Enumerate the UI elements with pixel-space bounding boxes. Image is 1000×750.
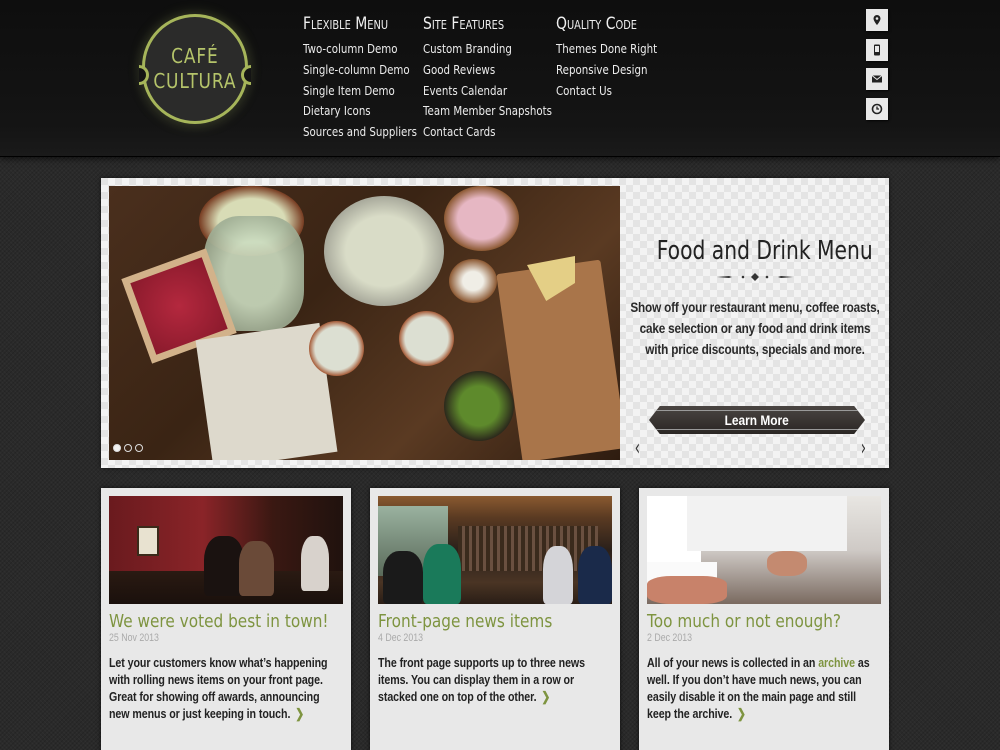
image-detail (137, 526, 159, 556)
slide-pagination (113, 444, 143, 452)
image-detail (578, 546, 612, 604)
envelope-icon (871, 75, 883, 83)
nav-link[interactable]: Good Reviews (423, 60, 552, 81)
site-header: CAFÉ CULTURA Flexible Menu Two-column De… (0, 0, 1000, 157)
logo-link[interactable]: CAFÉ CULTURA (130, 8, 260, 133)
image-detail (449, 259, 497, 303)
news-excerpt: All of your news is collected in an arch… (647, 654, 877, 722)
news-excerpt: Let your customers know what’s happening… (109, 654, 339, 722)
news-image-bar-crowd[interactable] (109, 496, 343, 604)
image-detail (687, 496, 847, 551)
nav-link[interactable]: Single Item Demo (303, 81, 417, 102)
read-more-arrow-icon[interactable]: ❯ (541, 689, 550, 704)
news-image-chefs-plating[interactable] (647, 496, 881, 604)
map-pin-icon (873, 15, 881, 25)
nav-link[interactable]: Contact Cards (423, 122, 552, 143)
news-date: 2 Dec 2013 (647, 632, 693, 644)
nav-heading[interactable]: Quality Code (556, 14, 657, 34)
archive-link[interactable]: archive (818, 655, 855, 670)
nav-link[interactable]: Team Member Snapshots (423, 101, 552, 122)
location-button[interactable] (866, 9, 888, 31)
news-card: Too much or not enough? 2 Dec 2013 All o… (639, 488, 889, 750)
image-detail (399, 311, 454, 366)
learn-more-button[interactable]: Learn More (649, 406, 865, 434)
slide-dot-3[interactable] (135, 444, 143, 452)
image-detail (444, 186, 519, 251)
image-detail (767, 551, 807, 576)
nav-link[interactable]: Sources and Suppliers (303, 122, 417, 143)
news-title[interactable]: Too much or not enough? (647, 611, 846, 632)
read-more-arrow-icon[interactable]: ❯ (295, 706, 304, 721)
news-text: All of your news is collected in an (647, 655, 819, 670)
phone-icon (874, 44, 880, 55)
slide-description: Show off your restaurant menu, coffee ro… (630, 299, 880, 357)
hours-button[interactable] (866, 97, 888, 120)
slide-dot-1[interactable] (113, 444, 121, 452)
image-detail (647, 576, 727, 604)
image-detail (309, 321, 364, 376)
image-detail (444, 371, 514, 441)
slide-image-food-table (109, 186, 620, 460)
nav-link[interactable]: Dietary Icons (303, 101, 417, 122)
image-detail (239, 541, 274, 596)
clock-icon (871, 103, 883, 114)
news-date: 4 Dec 2013 (378, 632, 424, 644)
nav-link[interactable]: Events Calendar (423, 81, 552, 102)
news-title[interactable]: Front-page news items (378, 611, 577, 632)
logo-notch (241, 65, 251, 85)
image-detail (301, 536, 329, 591)
news-card: Front-page news items 4 Dec 2013 The fro… (370, 488, 620, 750)
contact-icon-bar (866, 9, 888, 127)
email-button[interactable] (866, 68, 888, 90)
nav-column-quality-code: Quality Code Themes Done Right Reponsive… (556, 14, 679, 101)
logo-badge: CAFÉ CULTURA (139, 14, 251, 124)
learn-more-label: Learn More (724, 412, 790, 428)
hero-slider: Food and Drink Menu Show off your restau… (101, 178, 889, 468)
nav-heading[interactable]: Site Features (423, 14, 552, 34)
nav-link[interactable]: Two-column Demo (303, 39, 417, 60)
logo-line2: CULTURA (153, 69, 237, 93)
news-date: 25 Nov 2013 (109, 632, 159, 644)
nav-link[interactable]: Reponsive Design (556, 60, 657, 81)
ornament-divider-icon (717, 273, 793, 281)
nav-heading[interactable]: Flexible Menu (303, 14, 417, 34)
slider-prev-arrow[interactable]: ‹ (635, 436, 640, 461)
nav-link[interactable]: Themes Done Right (556, 39, 657, 60)
phone-button[interactable] (866, 38, 888, 61)
news-excerpt: The front page supports up to three news… (378, 654, 608, 705)
news-card: We were voted best in town! 25 Nov 2013 … (101, 488, 351, 750)
nav-link[interactable]: Single-column Demo (303, 60, 417, 81)
nav-column-flexible-menu: Flexible Menu Two-column Demo Single-col… (303, 14, 442, 143)
image-detail (423, 544, 461, 604)
image-detail (204, 536, 244, 596)
logo-notch (139, 65, 149, 85)
logo-line1: CAFÉ (171, 44, 219, 68)
slide-title: Food and Drink Menu (656, 236, 873, 266)
image-detail (324, 196, 444, 306)
image-detail (543, 546, 573, 604)
nav-link[interactable]: Custom Branding (423, 39, 552, 60)
slide-caption: Food and Drink Menu Show off your restau… (629, 186, 881, 461)
slider-next-arrow[interactable]: › (861, 436, 866, 461)
read-more-arrow-icon[interactable]: ❯ (737, 706, 746, 721)
image-detail (383, 551, 423, 604)
news-text: The front page supports up to three news… (378, 655, 585, 704)
image-detail (458, 526, 598, 571)
nav-link[interactable]: Contact Us (556, 81, 657, 102)
slide-dot-2[interactable] (124, 444, 132, 452)
news-title[interactable]: We were voted best in town! (109, 611, 329, 632)
news-image-bar-counter[interactable] (378, 496, 612, 604)
